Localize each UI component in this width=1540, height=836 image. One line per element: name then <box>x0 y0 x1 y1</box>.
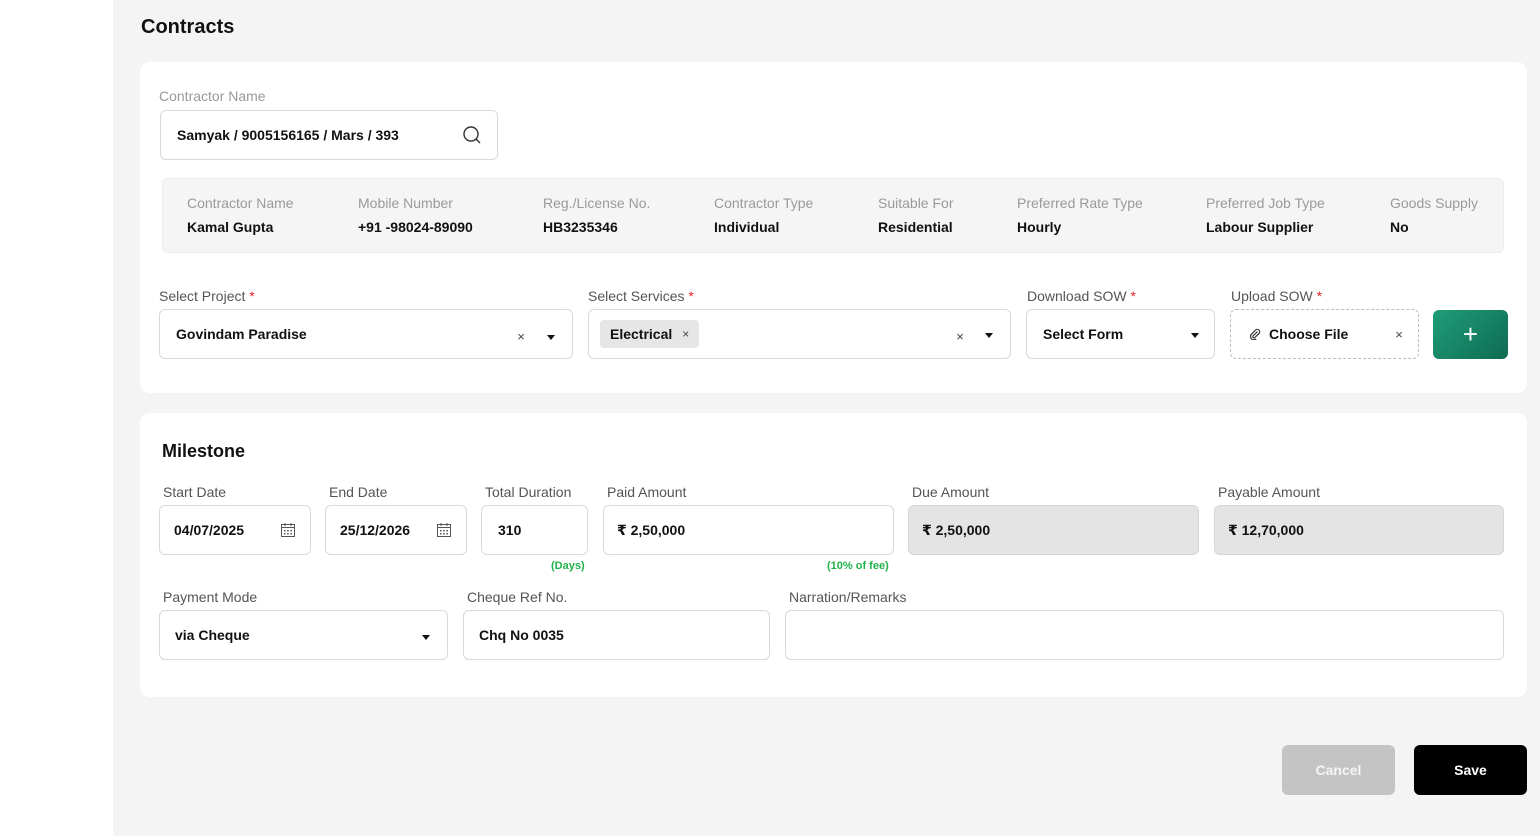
payment-mode-dropdown[interactable]: via Cheque <box>159 610 448 660</box>
contractor-search-value: Samyak / 9005156165 / Mars / 393 <box>177 127 399 143</box>
narration-input[interactable] <box>785 610 1504 660</box>
upload-sow-input[interactable]: Choose File <box>1230 309 1419 359</box>
due-amount-value: ₹ 2,50,000 <box>922 521 991 538</box>
chevron-down-icon[interactable] <box>420 632 432 642</box>
download-sow-value: Select Form <box>1043 326 1124 342</box>
payable-amount-value: ₹ 12,70,000 <box>1228 521 1304 538</box>
save-button[interactable]: Save <box>1414 745 1527 795</box>
due-amount-field: ₹ 2,50,000 <box>908 505 1199 555</box>
payable-amount-field: ₹ 12,70,000 <box>1214 505 1504 555</box>
end-date-value: 25/12/2026 <box>340 522 411 538</box>
due-amount-label: Due Amount <box>912 484 990 500</box>
payment-mode-value: via Cheque <box>175 627 250 643</box>
info-preferred-rate-type: Preferred Rate Type Hourly <box>1017 195 1143 235</box>
contractor-search-label: Contractor Name <box>159 88 266 104</box>
contractor-search-input[interactable]: Samyak / 9005156165 / Mars / 393 <box>160 110 498 160</box>
info-contractor-type: Contractor Type Individual <box>714 195 814 235</box>
payment-mode-label: Payment Mode <box>163 589 258 605</box>
download-sow-dropdown[interactable]: Select Form <box>1026 309 1215 359</box>
total-duration-input[interactable]: 310 <box>481 505 588 555</box>
start-date-value: 04/07/2025 <box>174 522 245 538</box>
chevron-down-icon[interactable] <box>545 332 557 342</box>
cheque-ref-input[interactable]: Chq No 0035 <box>463 610 770 660</box>
cheque-ref-value: Chq No 0035 <box>479 627 564 643</box>
paid-amount-hint: (10% of fee) <box>827 560 889 572</box>
cancel-button[interactable]: Cancel <box>1282 745 1395 795</box>
page-title: Contracts <box>141 16 235 38</box>
select-project-label: Select Project * <box>159 288 255 304</box>
left-rail <box>0 0 113 836</box>
service-chip-electrical: Electrical × <box>600 320 700 348</box>
clear-services-icon[interactable]: × <box>953 329 967 343</box>
add-button[interactable]: + <box>1433 310 1508 359</box>
milestone-title: Milestone <box>162 441 246 461</box>
paid-amount-input[interactable]: ₹ 2,50,000 <box>603 505 894 555</box>
remove-chip-icon[interactable]: × <box>682 327 689 341</box>
narration-label: Narration/Remarks <box>789 589 907 605</box>
chevron-down-icon[interactable] <box>1189 330 1201 340</box>
duration-unit-hint: (Days) <box>551 560 585 572</box>
calendar-icon[interactable] <box>279 521 297 539</box>
select-services-dropdown[interactable]: Electrical × <box>588 309 1011 359</box>
info-goods-supply: Goods Supply No <box>1390 195 1478 235</box>
upload-sow-value: Choose File <box>1269 326 1349 342</box>
paperclip-icon <box>1249 328 1261 340</box>
search-icon[interactable] <box>462 125 482 145</box>
info-preferred-job-type: Preferred Job Type Labour Supplier <box>1206 195 1325 235</box>
start-date-label: Start Date <box>163 484 227 500</box>
info-mobile-number: Mobile Number +91 -98024-89090 <box>358 195 473 235</box>
select-project-value: Govindam Paradise <box>176 326 307 342</box>
chevron-down-icon[interactable] <box>983 330 995 340</box>
total-duration-label: Total Duration <box>485 484 572 500</box>
upload-sow-label: Upload SOW * <box>1231 288 1323 304</box>
payable-amount-label: Payable Amount <box>1218 484 1320 500</box>
paid-amount-label: Paid Amount <box>607 484 687 500</box>
download-sow-label: Download SOW * <box>1027 288 1136 304</box>
select-services-label: Select Services * <box>588 288 694 304</box>
cheque-ref-label: Cheque Ref No. <box>467 589 568 605</box>
calendar-icon[interactable] <box>435 521 453 539</box>
info-license-no: Reg./License No. HB3235346 <box>543 195 651 235</box>
info-contractor-name: Contractor Name Kamal Gupta <box>187 195 294 235</box>
paid-amount-value: ₹ 2,50,000 <box>617 521 686 538</box>
clear-file-icon[interactable]: × <box>1392 327 1406 341</box>
clear-project-icon[interactable]: × <box>514 329 528 343</box>
info-suitable-for: Suitable For Residential <box>878 195 954 235</box>
total-duration-value: 310 <box>498 522 522 538</box>
end-date-label: End Date <box>329 484 388 500</box>
select-project-dropdown[interactable]: Govindam Paradise <box>159 309 573 359</box>
